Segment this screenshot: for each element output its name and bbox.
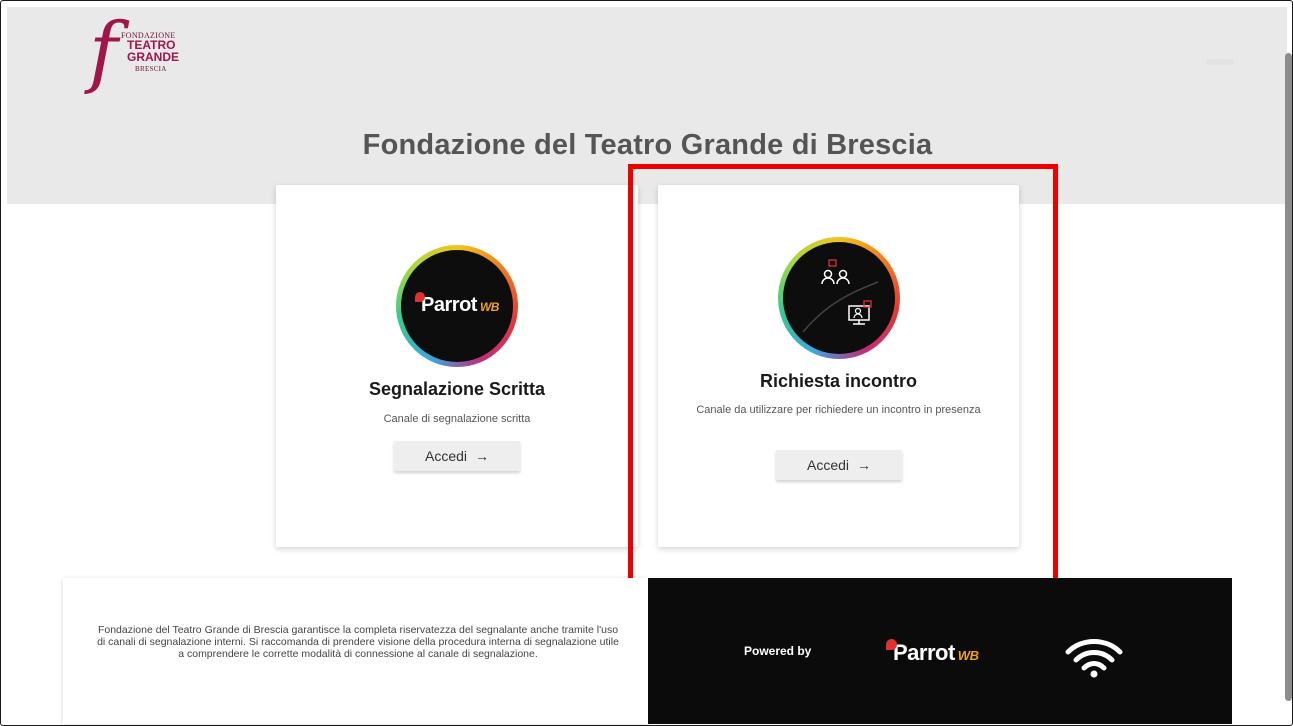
accedi-label: Accedi	[806, 457, 850, 473]
logo-f-letter: f	[89, 7, 118, 97]
parrot-channel-icon: Parrot WB	[396, 245, 518, 367]
accedi-button-scritta[interactable]: Accedi →	[394, 441, 520, 471]
card-description: Canale da utilizzare per richiedere un i…	[696, 404, 981, 416]
parrot-bird-icon	[886, 639, 897, 650]
card-description: Canale di segnalazione scritta	[383, 413, 531, 425]
card-segnalazione-scritta: Parrot WB Segnalazione Scritta Canale di …	[276, 185, 638, 547]
card-title: Segnalazione Scritta	[368, 379, 546, 399]
powered-by-label: Powered by	[744, 644, 812, 658]
meeting-channel-icon	[778, 237, 900, 359]
logo-line-3: GRANDE	[127, 50, 180, 64]
fondazione-logo[interactable]: f FONDAZIONE TEATRO GRANDE BRESCIA	[89, 13, 199, 101]
parrot-logo-icon: Parrot WB	[401, 292, 513, 317]
accedi-label: Accedi	[424, 448, 468, 464]
card-richiesta-incontro: Richiesta incontro Canale da utilizzare …	[658, 185, 1019, 547]
logo-line-4: BRESCIA	[135, 65, 167, 73]
wb-badge: WB	[479, 300, 500, 314]
parrot-logo-text: Parrot	[893, 640, 955, 665]
accedi-button-incontro[interactable]: Accedi →	[776, 450, 902, 480]
parrot-bird-icon	[415, 292, 426, 302]
page-title: Fondazione del Teatro Grande di Brescia	[362, 129, 933, 161]
card-title: Richiesta incontro	[759, 371, 918, 391]
footer-notice-text: Fondazione del Teatro Grande di Brescia …	[97, 624, 619, 660]
header-band	[7, 7, 1287, 204]
arrow-right-icon: →	[857, 457, 872, 473]
footer-powered-panel: Powered by Parrot WB	[648, 578, 1232, 724]
wifi-icon	[1065, 639, 1123, 678]
footer-notice-panel: Fondazione del Teatro Grande di Brescia …	[63, 578, 648, 724]
header-menu-placeholder[interactable]	[1206, 59, 1234, 65]
meeting-people-icon	[802, 259, 879, 333]
wb-badge: WB	[957, 648, 979, 663]
arrow-right-icon: →	[475, 448, 490, 464]
browser-frame: f FONDAZIONE TEATRO GRANDE BRESCIA Fonda…	[0, 0, 1293, 726]
page-scrollbar[interactable]	[1285, 53, 1292, 701]
parrot-footer-logo[interactable]: Parrot WB	[886, 639, 979, 666]
parrot-logo-text: Parrot	[421, 294, 477, 316]
